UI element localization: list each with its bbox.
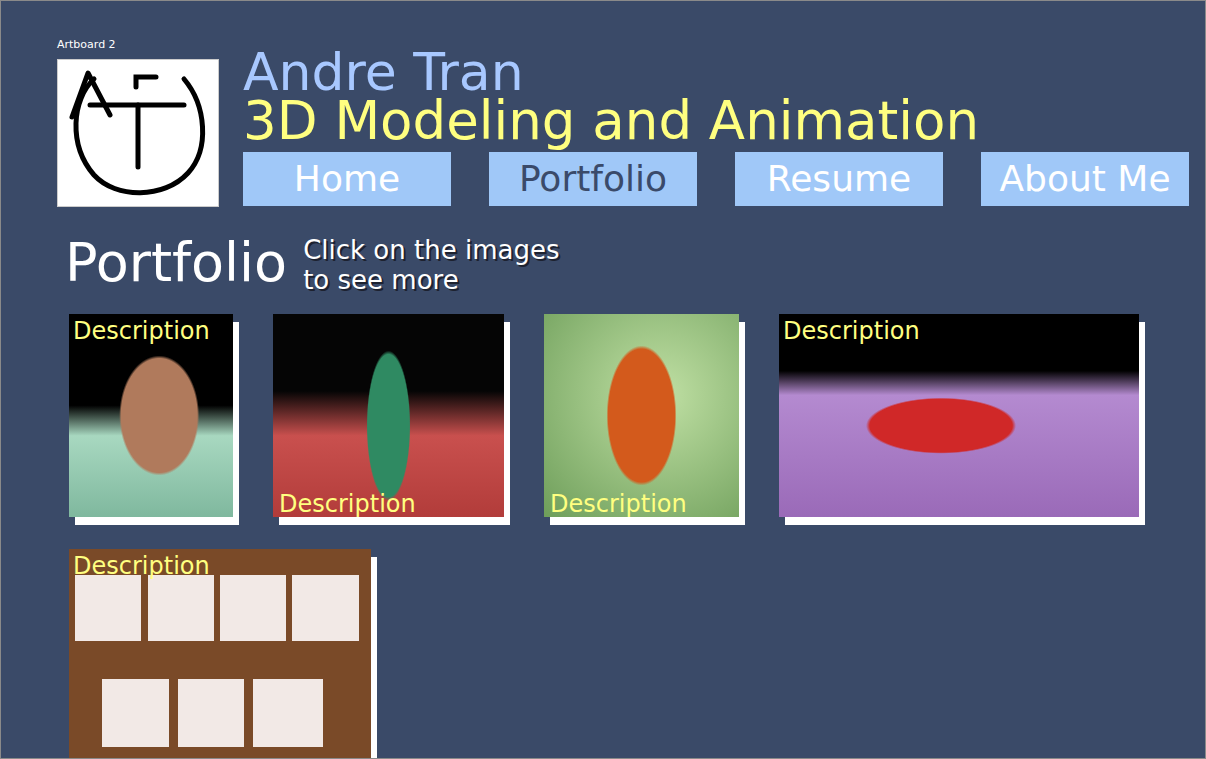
gallery-card[interactable]: Description: [779, 314, 1139, 517]
card-caption: Description: [73, 316, 210, 346]
nav-button[interactable]: Home: [243, 152, 451, 206]
photo: [69, 549, 371, 759]
gallery-card[interactable]: Description: [69, 314, 233, 517]
nav-button[interactable]: Portfolio: [489, 152, 697, 206]
gallery-card[interactable]: Description: [544, 314, 739, 517]
artboard: Artboard 2 Andre Tran 3D Modeling and An…: [0, 0, 1206, 759]
nav-bar: Home Portfolio Resume About Me: [243, 152, 1189, 206]
site-name: Andre Tran: [243, 46, 1189, 98]
card-caption: Description: [279, 489, 416, 519]
monogram-icon: [64, 65, 212, 201]
card-caption: Description: [73, 551, 210, 581]
nav-button[interactable]: About Me: [981, 152, 1189, 206]
card-caption: Description: [783, 316, 920, 346]
logo-icon[interactable]: [57, 59, 219, 207]
site-header: Andre Tran 3D Modeling and Animation Hom…: [57, 46, 1205, 207]
hint-text: Click on the imagesto see more: [303, 235, 559, 295]
photo: [273, 314, 504, 517]
gallery-card[interactable]: Description: [69, 549, 371, 759]
gallery: Description Description Description Desc…: [69, 314, 1169, 759]
photo: [544, 314, 739, 517]
gallery-card[interactable]: Description: [273, 314, 504, 517]
site-subtitle: 3D Modeling and Animation: [243, 98, 1189, 144]
nav-button[interactable]: Resume: [735, 152, 943, 206]
page-title: Portfolio: [65, 233, 287, 293]
card-caption: Description: [550, 489, 687, 519]
